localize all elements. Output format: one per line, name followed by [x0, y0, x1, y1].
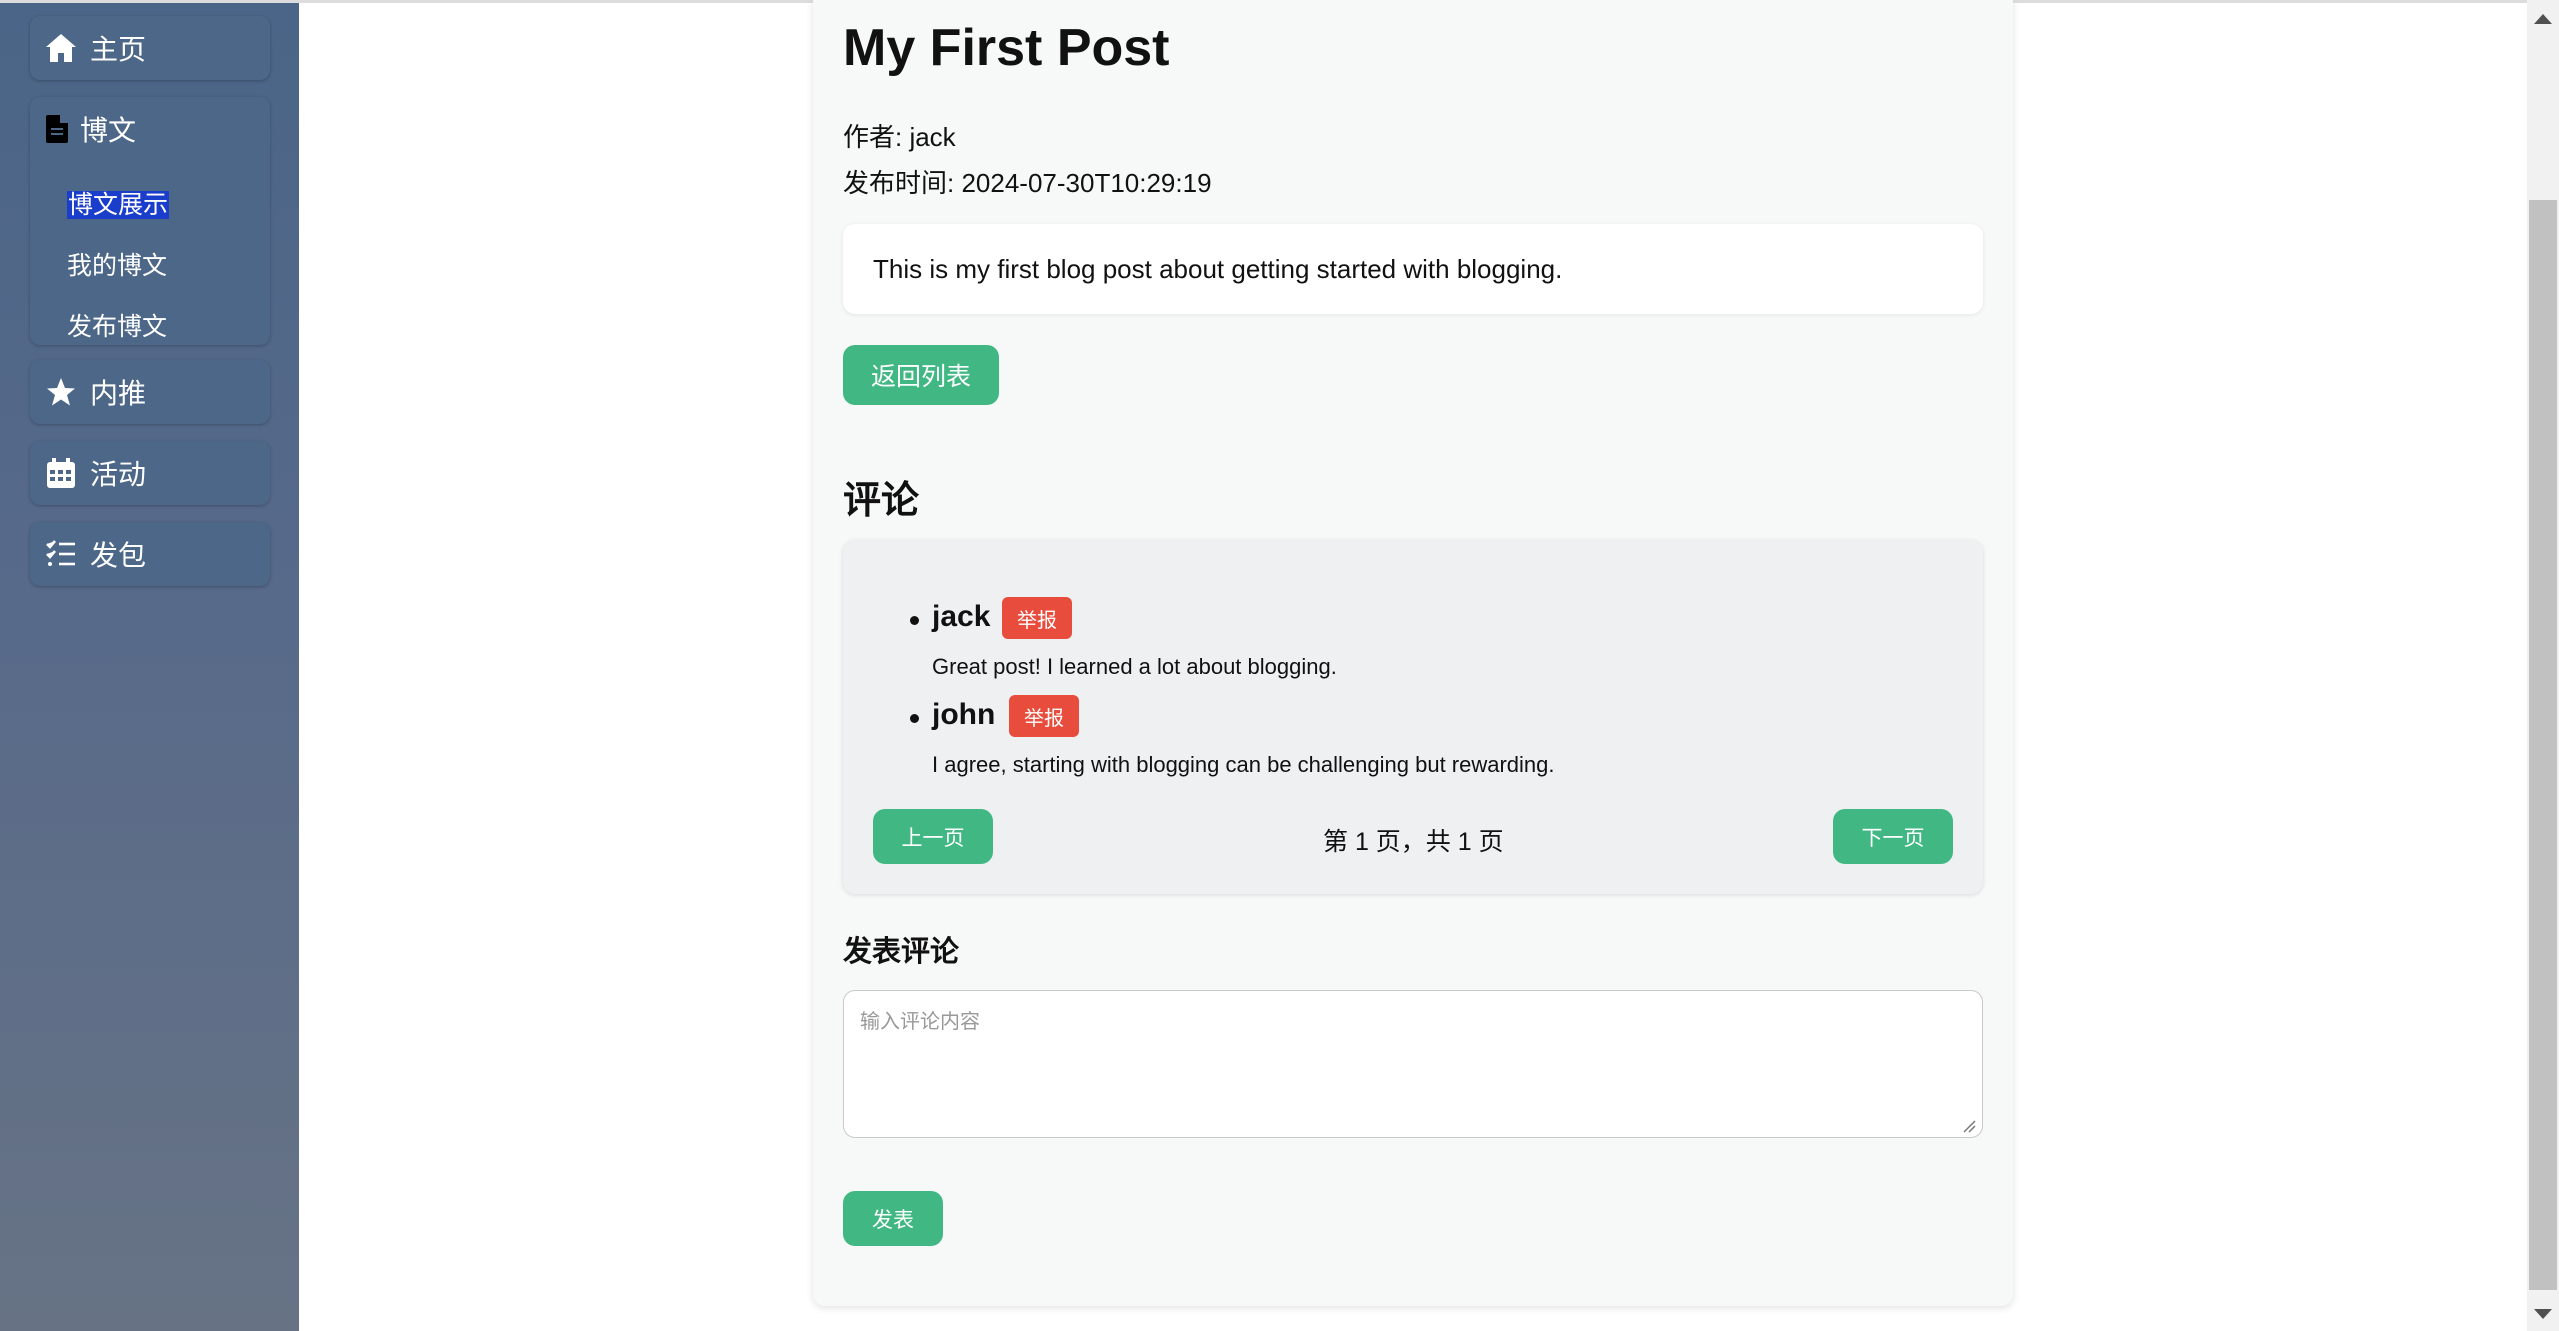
back-to-list-button[interactable]: 返回列表: [843, 345, 999, 405]
report-button[interactable]: 举报: [1009, 695, 1079, 737]
nav-item-gigs-label: 发包: [90, 540, 147, 571]
scroll-down-arrow-icon[interactable]: [2534, 1309, 2552, 1319]
comment-author: john: [932, 698, 996, 731]
nav-group-blog: 博文 博文展示 我的博文 发布博文: [30, 97, 270, 345]
post-title: My First Post: [843, 19, 1170, 77]
home-icon: [44, 31, 78, 65]
scroll-up-arrow-icon[interactable]: [2534, 14, 2552, 24]
sidebar-item-publish-blog[interactable]: 发布博文: [67, 307, 167, 343]
sidebar-item-blog-showcase[interactable]: 博文展示: [67, 185, 170, 221]
star-icon: [44, 375, 78, 409]
nav-item-home-label: 主页: [90, 34, 147, 65]
post-content: This is my first blog post about getting…: [843, 224, 1983, 314]
nav-item-blog[interactable]: 博文: [30, 97, 270, 161]
report-button[interactable]: 举报: [1002, 597, 1072, 639]
nav-item-gigs[interactable]: 发包: [30, 522, 270, 586]
comments-heading: 评论: [843, 480, 920, 522]
comment-author: jack: [932, 600, 991, 633]
submit-comment-button[interactable]: 发表: [843, 1191, 943, 1246]
comment-input-placeholder: 输入评论内容: [860, 1011, 980, 1033]
document-icon: [44, 112, 70, 146]
nav-item-home[interactable]: 主页: [30, 16, 270, 80]
post-published-time: 发布时间: 2024-07-30T10:29:19: [843, 168, 1212, 198]
nav-item-events-label: 活动: [90, 459, 147, 490]
checklist-icon: [44, 537, 78, 571]
sidebar: 主页 博文 博文展示 我的博文 发布博文 内推 活动 发包: [0, 3, 299, 1331]
next-page-button[interactable]: 下一页: [1833, 809, 1953, 864]
comment-text: Great post! I learned a lot about bloggi…: [932, 654, 1337, 679]
nav-item-referral[interactable]: 内推: [30, 360, 270, 424]
post-content-text: This is my first blog post about getting…: [873, 253, 1563, 284]
list-bullet: [910, 616, 919, 625]
new-comment-heading: 发表评论: [843, 936, 960, 968]
nav-item-blog-label: 博文: [80, 115, 137, 146]
comment-input[interactable]: 输入评论内容: [843, 990, 1983, 1138]
calendar-icon: [44, 456, 78, 490]
post-author: 作者: jack: [843, 122, 956, 152]
page-info: 第 1 页，共 1 页: [1323, 828, 1504, 856]
scrollbar-thumb[interactable]: [2529, 200, 2557, 1290]
resize-handle-icon[interactable]: [1962, 1119, 1976, 1133]
list-bullet: [910, 714, 919, 723]
nav-item-referral-label: 内推: [90, 378, 147, 409]
nav-item-events[interactable]: 活动: [30, 441, 270, 505]
sidebar-item-my-blogs[interactable]: 我的博文: [67, 246, 167, 282]
comment-text: I agree, starting with blogging can be c…: [932, 752, 1555, 777]
prev-page-button[interactable]: 上一页: [873, 809, 993, 864]
